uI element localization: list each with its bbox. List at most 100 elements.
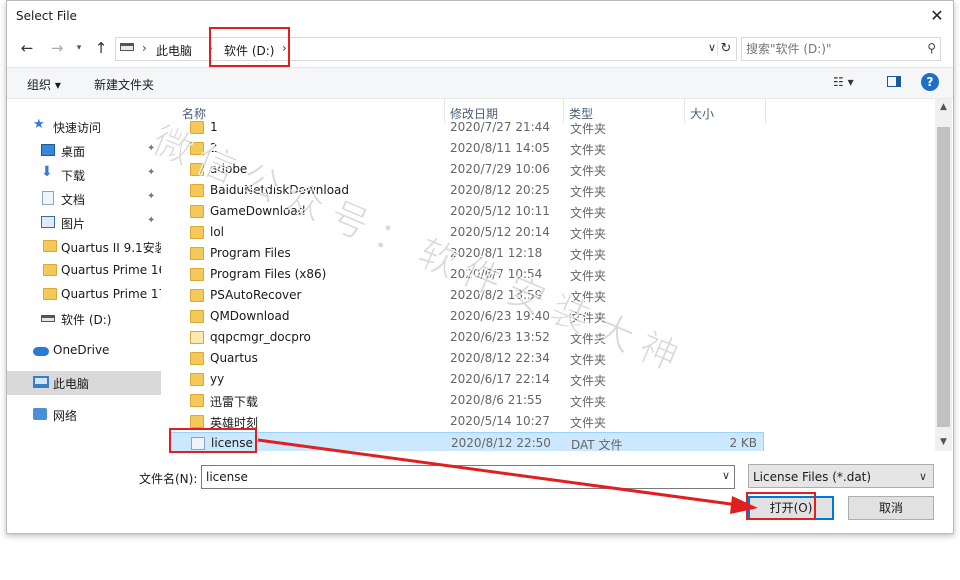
file-name: QMDownload (210, 309, 290, 323)
file-name: Program Files (x86) (210, 267, 327, 281)
search-input[interactable] (746, 41, 916, 57)
pin-icon: ✦ (147, 191, 156, 202)
sidebar-item-label: 软件 (D:) (61, 313, 112, 327)
filename-input[interactable] (206, 469, 706, 485)
scrollbar-thumb[interactable] (937, 127, 950, 427)
file-type: 文件夹 (570, 185, 607, 199)
table-row[interactable]: 2 2020/8/11 14:05 文件夹 (170, 138, 764, 159)
table-row[interactable]: license 2020/8/12 22:50 DAT 文件 2 KB (170, 432, 764, 451)
sidebar-item-desktop[interactable]: 桌面 ✦ (7, 139, 161, 163)
file-name: yy (210, 372, 225, 386)
table-row[interactable]: 1 2020/7/27 21:44 文件夹 (170, 117, 764, 138)
refresh-icon[interactable]: ↻ (717, 40, 734, 56)
sidebar-item-network[interactable]: 网络 (7, 403, 161, 427)
sidebar-item-quartus-17[interactable]: Quartus Prime 17 (7, 283, 161, 307)
address-dropdown-icon[interactable]: ∨ (708, 41, 716, 54)
file-date: 2020/6/17 22:14 (450, 372, 550, 386)
sidebar-item-this-pc[interactable]: 此电脑 (7, 371, 161, 395)
file-type: 文件夹 (570, 269, 607, 283)
back-arrow-icon[interactable]: ← (17, 38, 37, 58)
cancel-button[interactable]: 取消 (848, 496, 934, 520)
table-row[interactable]: PSAutoRecover 2020/8/2 13:59 文件夹 (170, 285, 764, 306)
sidebar-item-downloads[interactable]: ⬇ 下载 ✦ (7, 163, 161, 187)
file-name: Quartus (210, 351, 258, 365)
sidebar-item-pictures[interactable]: 图片 ✦ (7, 211, 161, 235)
sidebar-item-quartus-91[interactable]: Quartus II 9.1安装 (7, 235, 161, 259)
folder-icon (190, 310, 204, 323)
sidebar-item-documents[interactable]: 文档 ✦ (7, 187, 161, 211)
computer-icon (33, 376, 49, 388)
column-divider[interactable] (765, 99, 766, 123)
forward-arrow-icon[interactable]: → (47, 38, 67, 58)
file-type: 文件夹 (570, 374, 607, 388)
table-row[interactable]: BaiduNetdiskDownload 2020/8/12 20:25 文件夹 (170, 180, 764, 201)
breadcrumb-chevron-icon[interactable]: › (142, 41, 147, 55)
file-type: 文件夹 (570, 164, 607, 178)
scroll-up-icon[interactable]: ▲ (935, 99, 952, 116)
chevron-down-icon[interactable]: ∨ (722, 469, 730, 482)
scroll-down-icon[interactable]: ▼ (935, 434, 952, 451)
vertical-scrollbar[interactable]: ▲ ▼ (935, 99, 952, 451)
table-row[interactable]: Program Files 2020/8/1 12:18 文件夹 (170, 243, 764, 264)
folder-icon (190, 331, 204, 344)
star-icon: ★ (33, 117, 45, 132)
file-date: 2020/7/27 21:44 (450, 120, 550, 134)
folder-icon (43, 264, 57, 276)
file-list: ⌃ 名称 修改日期 类型 大小 1 2020/7/27 21:44 文件夹 2 2020… (170, 99, 944, 451)
file-type: 文件夹 (570, 122, 607, 136)
annotation-box-drive (209, 27, 290, 67)
recent-locations-chevron-icon[interactable]: ▾ (69, 38, 89, 58)
file-date: 2020/6/7 10:54 (450, 267, 543, 281)
view-options-icon[interactable]: ☷ ▾ (833, 75, 854, 89)
table-row[interactable]: adobe 2020/7/29 10:06 文件夹 (170, 159, 764, 180)
navigation-pane: ★ 快速访问 桌面 ✦ ⬇ 下载 ✦ 文档 ✦ 图片 ✦ Quartus II … (7, 99, 161, 449)
sidebar-item-onedrive[interactable]: OneDrive (7, 339, 161, 363)
file-date: 2020/5/12 20:14 (450, 225, 550, 239)
folder-icon (190, 289, 204, 302)
sidebar-item-quick-access[interactable]: ★ 快速访问 (7, 115, 161, 139)
table-row[interactable]: lol 2020/5/12 20:14 文件夹 (170, 222, 764, 243)
folder-icon (190, 373, 204, 386)
table-row[interactable]: QMDownload 2020/6/23 19:40 文件夹 (170, 306, 764, 327)
table-row[interactable]: 英雄时刻 2020/5/14 10:27 文件夹 (170, 411, 764, 432)
table-row[interactable]: yy 2020/6/17 22:14 文件夹 (170, 369, 764, 390)
pin-icon: ✦ (147, 143, 156, 154)
close-icon[interactable]: ✕ (927, 6, 947, 26)
filename-field[interactable]: ∨ (201, 465, 735, 489)
search-box[interactable]: ⚲ (741, 37, 941, 61)
sidebar-item-label: 图片 (61, 217, 86, 231)
file-type-filter-label: License Files (*.dat) (753, 470, 872, 484)
preview-pane-icon[interactable] (887, 76, 901, 87)
table-row[interactable]: qqpcmgr_docpro 2020/6/23 13:52 文件夹 (170, 327, 764, 348)
organize-button[interactable]: 组织 ▾ (27, 76, 61, 93)
annotation-box-open (746, 492, 816, 520)
file-name: 2 (210, 141, 218, 155)
folder-icon (43, 288, 57, 300)
help-icon[interactable]: ? (921, 73, 939, 91)
file-name: GameDownload (210, 204, 306, 218)
folder-icon (190, 142, 204, 155)
command-bar: 组织 ▾ 新建文件夹 ☷ ▾ ? (7, 67, 953, 99)
filename-label: 文件名(N): (139, 472, 198, 486)
drive-icon (120, 43, 134, 51)
sidebar-item-label: 桌面 (61, 145, 86, 159)
file-type-filter[interactable]: License Files (*.dat) ∨ (748, 464, 934, 488)
breadcrumb-this-pc[interactable]: 此电脑 (156, 42, 192, 59)
sidebar-item-drive-d[interactable]: 软件 (D:) (7, 307, 161, 331)
table-row[interactable]: Quartus 2020/8/12 22:34 文件夹 (170, 348, 764, 369)
select-file-dialog: Select File ✕ ← → ▾ ↑ › 此电脑 › 软件 (D:) › … (6, 0, 954, 534)
sidebar-item-quartus-16[interactable]: Quartus Prime 16 (7, 259, 161, 283)
sidebar-item-label: 网络 (53, 409, 78, 423)
folder-icon (190, 205, 204, 218)
folder-icon (190, 247, 204, 260)
folder-icon (190, 415, 204, 428)
table-row[interactable]: GameDownload 2020/5/12 10:11 文件夹 (170, 201, 764, 222)
sidebar-item-label: Quartus Prime 17 (61, 287, 161, 301)
table-row[interactable]: Program Files (x86) 2020/6/7 10:54 文件夹 (170, 264, 764, 285)
file-type: 文件夹 (570, 332, 607, 346)
folder-icon (43, 240, 57, 252)
file-type: DAT 文件 (571, 438, 623, 451)
table-row[interactable]: 迅雷下载 2020/8/6 21:55 文件夹 (170, 390, 764, 411)
new-folder-button[interactable]: 新建文件夹 (94, 76, 154, 93)
up-arrow-icon[interactable]: ↑ (91, 38, 111, 58)
